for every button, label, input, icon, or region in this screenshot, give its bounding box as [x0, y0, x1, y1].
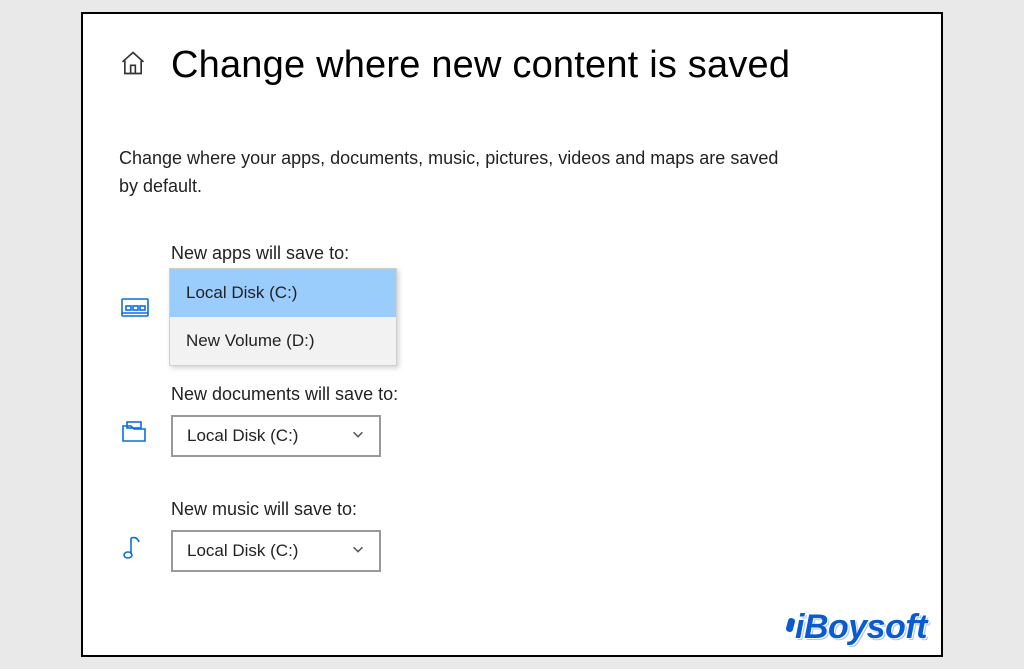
music-selected: Local Disk (C:) [187, 541, 298, 561]
apps-option-new-d[interactable]: New Volume (D:) [170, 317, 396, 365]
apps-dropdown[interactable]: Local Disk (C:) New Volume (D:) [169, 268, 397, 366]
chevron-down-icon [351, 426, 365, 446]
page-title: Change where new content is saved [171, 44, 790, 87]
page-header: Change where new content is saved [119, 44, 905, 87]
chevron-down-icon [351, 541, 365, 561]
documents-combo[interactable]: Local Disk (C:) [171, 415, 381, 457]
apps-label: New apps will save to: [171, 243, 905, 264]
page-description: Change where your apps, documents, music… [119, 145, 799, 201]
apps-option-local-c[interactable]: Local Disk (C:) [170, 269, 396, 317]
documents-label: New documents will save to: [171, 384, 905, 405]
documents-icon [119, 417, 151, 454]
music-combo[interactable]: Local Disk (C:) [171, 530, 381, 572]
documents-section: New documents will save to: Local Disk (… [119, 384, 905, 457]
music-section: New music will save to: Local Disk (C:) [119, 499, 905, 572]
watermark: iBoysoft [787, 608, 927, 647]
music-icon [119, 532, 151, 569]
documents-selected: Local Disk (C:) [187, 426, 298, 446]
home-icon[interactable] [119, 49, 147, 82]
settings-window: Change where new content is saved Change… [81, 12, 943, 657]
music-label: New music will save to: [171, 499, 905, 520]
apps-section: New apps will save to: Local Disk (C:) N… [119, 243, 905, 378]
apps-icon [119, 292, 151, 329]
